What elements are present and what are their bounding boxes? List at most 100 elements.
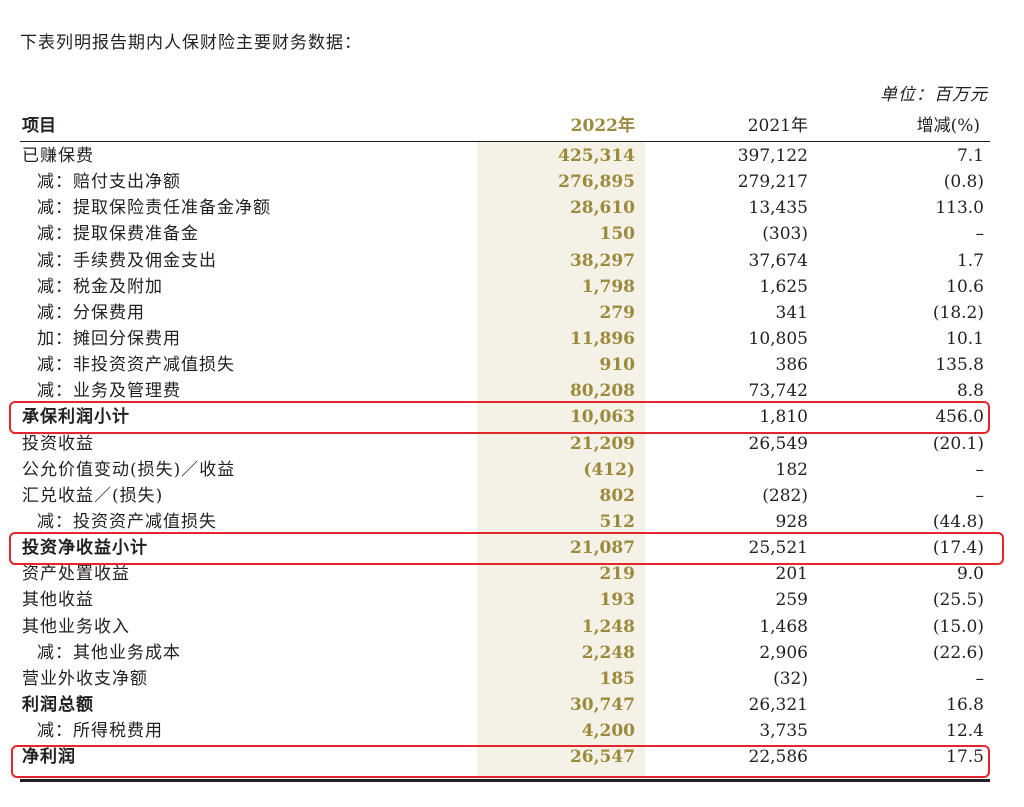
row-value-2022: 11,896 (569, 328, 635, 349)
row-value-2022: 1,798 (581, 276, 635, 297)
row-value-2022: 38,297 (569, 250, 635, 271)
header-item: 项目 (22, 116, 56, 136)
row-change: (18.2) (932, 302, 984, 323)
table-row: 减：所得税费用 4,200 3,735 12.4 (0, 718, 1024, 744)
row-value-2022: 185 (599, 668, 636, 689)
row-label: 减：非投资资产减值损失 (37, 355, 235, 376)
row-value-2021: 3,735 (759, 721, 808, 742)
row-value-2021: (282) (762, 485, 808, 506)
row-label: 加：摊回分保费用 (37, 328, 181, 349)
row-value-2022: 276,895 (558, 172, 635, 193)
table-row: 减：提取保险责任准备金净额 28,610 13,435 113.0 (0, 195, 1024, 221)
row-value-2021: 1,468 (759, 616, 808, 637)
row-value-2021: 201 (775, 564, 808, 585)
header-2022: 2022年 (570, 116, 635, 136)
table-row: 减：手续费及佣金支出 38,297 37,674 1.7 (0, 248, 1024, 274)
row-value-2021: (32) (773, 668, 808, 689)
row-change: 10.1 (946, 328, 984, 349)
row-value-2022: 425,314 (558, 146, 635, 166)
row-label: 利润总额 (22, 694, 94, 715)
row-label: 汇兑收益／(损失) (22, 485, 164, 506)
row-value-2022: 802 (599, 485, 636, 506)
row-change: – (975, 224, 985, 245)
highlight-net-profit (11, 745, 990, 778)
row-value-2022: 910 (599, 355, 636, 376)
table-row: 其他业务收入 1,248 1,468 (15.0) (0, 614, 1024, 640)
row-change: 10.6 (946, 276, 984, 297)
table-row: 投资收益 21,209 26,549 (20.1) (0, 431, 1024, 457)
row-value-2022: 150 (599, 224, 636, 245)
table-row: 减：赔付支出净额 276,895 279,217 (0.8) (0, 169, 1024, 195)
table-row: 减：非投资资产减值损失 910 386 135.8 (0, 352, 1024, 378)
highlight-net-investment-income (9, 532, 1004, 565)
row-change: 9.0 (956, 564, 984, 585)
intro-text: 下表列明报告期内人保财险主要财务数据： (20, 33, 362, 53)
table-row: 利润总额 30,747 26,321 16.8 (0, 692, 1024, 718)
row-change: 135.8 (935, 355, 984, 376)
row-label: 其他业务收入 (22, 616, 130, 637)
table-bottom-rule (20, 779, 990, 782)
row-value-2021: 37,674 (748, 250, 808, 271)
row-value-2022: 219 (599, 564, 636, 585)
row-value-2022: 4,200 (581, 721, 635, 742)
table-row: 加：摊回分保费用 11,896 10,805 10.1 (0, 326, 1024, 352)
row-value-2022: 279 (599, 302, 636, 323)
table-row: 减：提取保费准备金 150 (303) – (0, 221, 1024, 247)
row-value-2022: (412) (583, 459, 635, 480)
row-label: 已赚保费 (22, 146, 94, 166)
row-value-2021: 386 (775, 355, 808, 376)
table-row: 公允价值变动(损失)／收益 (412) 182 – (0, 457, 1024, 483)
table-row: 资产处置收益 219 201 9.0 (0, 561, 1024, 587)
row-value-2021: (303) (762, 224, 808, 245)
row-label: 营业外收支净额 (22, 668, 148, 689)
row-value-2021: 397,122 (737, 146, 808, 166)
row-label: 减：赔付支出净额 (37, 172, 181, 193)
unit-label: 单位：百万元 (880, 85, 988, 105)
row-value-2021: 13,435 (748, 198, 808, 219)
row-label: 资产处置收益 (22, 564, 130, 585)
row-value-2022: 2,248 (581, 642, 635, 663)
row-change: (22.6) (932, 642, 984, 663)
row-change: (25.5) (932, 590, 984, 611)
row-value-2022: 1,248 (581, 616, 635, 637)
row-value-2021: 341 (775, 302, 808, 323)
row-value-2022: 30,747 (569, 694, 635, 715)
row-change: (15.0) (932, 616, 984, 637)
row-change: 16.8 (946, 694, 984, 715)
row-value-2021: 259 (775, 590, 808, 611)
table-row: 减：其他业务成本 2,248 2,906 (22.6) (0, 640, 1024, 666)
row-value-2021: 26,549 (748, 433, 808, 454)
row-change: 7.1 (956, 146, 984, 166)
table-row: 已赚保费 425,314 397,122 7.1 (0, 143, 1024, 169)
row-label: 投资收益 (22, 433, 94, 454)
row-label: 减：提取保险责任准备金净额 (37, 198, 271, 219)
header-2021: 2021年 (747, 116, 808, 136)
row-label: 其他收益 (22, 590, 94, 611)
row-value-2022: 21,209 (569, 433, 635, 454)
row-change: (20.1) (932, 433, 984, 454)
row-change: (0.8) (943, 172, 984, 193)
row-change: 113.0 (935, 198, 984, 219)
row-label: 减：分保费用 (37, 302, 145, 323)
row-change: – (975, 485, 985, 506)
highlight-underwriting-profit (9, 401, 990, 434)
row-change: – (975, 459, 985, 480)
row-label: 公允价值变动(损失)／收益 (22, 459, 236, 480)
row-label: 减：所得税费用 (37, 721, 163, 742)
header-change: 增减(%) (916, 116, 980, 136)
table-top-rule (20, 141, 990, 142)
financial-table-body: 已赚保费 425,314 397,122 7.1 减：赔付支出净额 276,895 279,… (0, 143, 1024, 770)
row-change: 12.4 (946, 721, 984, 742)
row-label: 减：税金及附加 (37, 276, 163, 297)
row-value-2021: 279,217 (737, 172, 808, 193)
row-value-2021: 10,805 (748, 328, 808, 349)
table-row: 减：税金及附加 1,798 1,625 10.6 (0, 274, 1024, 300)
row-value-2021: 26,321 (748, 694, 808, 715)
row-value-2021: 1,625 (759, 276, 808, 297)
row-label: 减：提取保费准备金 (37, 224, 199, 245)
table-row: 营业外收支净额 185 (32) – (0, 666, 1024, 692)
table-row: 汇兑收益／(损失) 802 (282) – (0, 483, 1024, 509)
row-value-2021: 182 (775, 459, 808, 480)
row-change: 1.7 (956, 250, 984, 271)
table-row: 其他收益 193 259 (25.5) (0, 587, 1024, 613)
